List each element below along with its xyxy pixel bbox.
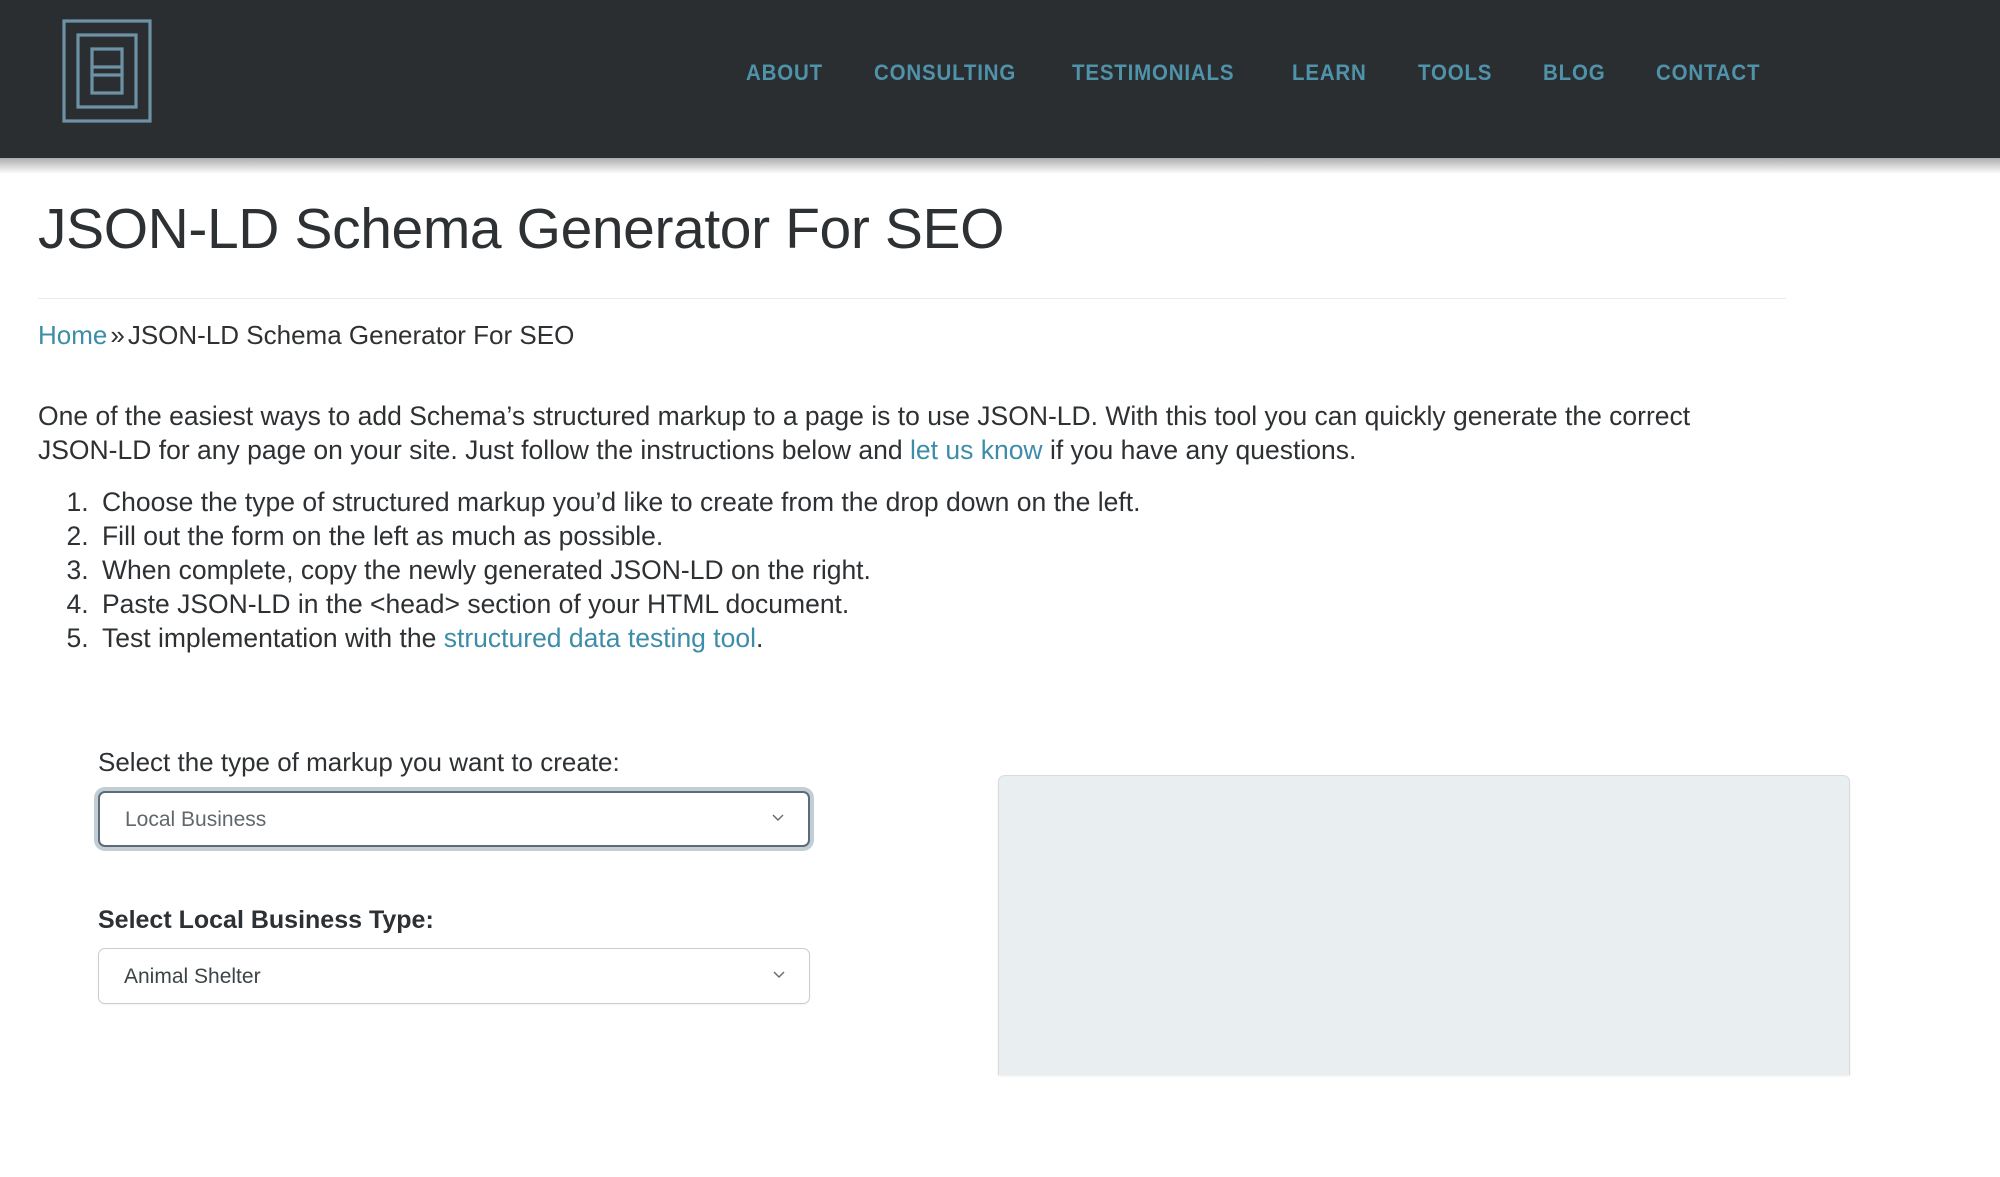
list-item: When complete, copy the newly generated … [96,553,2000,587]
structured-data-testing-tool-link[interactable]: structured data testing tool [444,623,756,653]
intro-paragraph: One of the easiest ways to add Schema’s … [38,353,1768,467]
business-type-select[interactable]: Animal Shelter [98,948,810,1005]
step-text-prefix: Test implementation with the [102,623,444,654]
step-text: Fill out the form on the left as much as… [102,521,664,552]
breadcrumb-home-link[interactable]: Home [38,320,107,350]
list-item: Paste JSON-LD in the <head> section of y… [96,587,2000,621]
form-spacer [98,847,818,905]
business-type-select-wrapper[interactable]: Animal Shelter [98,948,810,1005]
nav-item-about[interactable]: ABOUT [746,58,823,88]
let-us-know-link[interactable]: let us know [910,435,1043,465]
generator-form-column: Select the type of markup you want to cr… [98,747,818,1005]
markup-type-select[interactable]: Local Business [98,791,810,848]
chevron-down-icon [770,809,786,825]
json-ld-output-panel[interactable] [998,775,1850,1076]
breadcrumb-current: JSON-LD Schema Generator For SEO [127,319,575,350]
main-navigation[interactable]: ABOUT CONSULTING TESTIMONIALS LEARN TOOL… [0,58,2000,92]
business-type-label: Select Local Business Type: [98,906,434,935]
intro-text-part1: One of the easiest ways to add Schema’s … [38,400,1691,465]
breadcrumb-separator: » [110,319,125,350]
markup-type-select-wrapper[interactable]: Local Business [98,791,810,848]
instruction-list: Choose the type of structured markup you… [38,485,2000,655]
step-text: Paste JSON-LD in the <head> section of y… [102,589,850,620]
markup-type-label: Select the type of markup you want to cr… [98,747,620,778]
step-text-suffix: . [756,623,764,654]
nav-item-blog[interactable]: BLOG [1543,58,1605,88]
main-content: JSON-LD Schema Generator For SEO Home» JS… [0,158,2000,1076]
site-header: ABOUT CONSULTING TESTIMONIALS LEARN TOOL… [0,0,2000,174]
business-type-selected-value: Animal Shelter [124,965,261,989]
nav-item-contact[interactable]: CONTACT [1656,58,1760,88]
breadcrumb: Home» JSON-LD Schema Generator For SEO [38,299,2000,353]
nav-item-testimonials[interactable]: TESTIMONIALS [1072,58,1234,88]
markup-type-selected-value: Local Business [125,808,267,832]
nav-item-consulting[interactable]: CONSULTING [874,58,1016,88]
step-text: Choose the type of structured markup you… [102,486,1141,517]
nav-item-tools[interactable]: TOOLS [1418,58,1492,88]
chevron-down-icon [771,966,787,982]
list-item: Test implementation with the structured … [96,621,2000,655]
list-item: Fill out the form on the left as much as… [96,519,2000,553]
nav-item-learn[interactable]: LEARN [1292,58,1367,88]
intro-text-part2: if you have any questions. [1042,434,1357,465]
step-text: When complete, copy the newly generated … [102,555,871,586]
list-item: Choose the type of structured markup you… [96,485,2000,519]
page-title: JSON-LD Schema Generator For SEO [38,197,1005,261]
